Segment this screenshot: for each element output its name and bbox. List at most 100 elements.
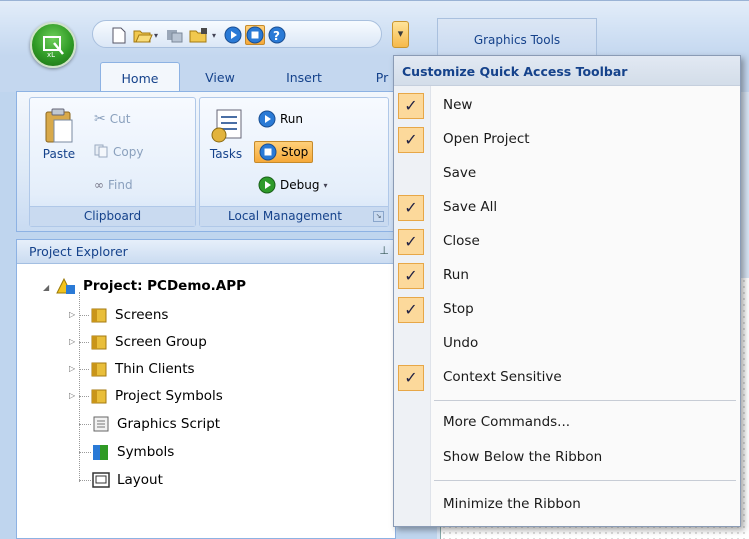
customize-qat-menu: Customize Quick Access Toolbar ✓ New ✓ O… [393, 55, 741, 527]
stop-icon[interactable] [245, 25, 265, 45]
checkmark-icon: ✓ [398, 263, 424, 289]
new-icon[interactable] [109, 25, 129, 45]
menu-item-save-all[interactable]: ✓ Save All [394, 193, 740, 223]
tasks-icon [211, 109, 242, 143]
dialog-launcher-icon[interactable]: ↘ [373, 211, 384, 222]
menu-item-run[interactable]: ✓ Run [394, 261, 740, 291]
tasks-button[interactable]: Tasks [204, 108, 248, 161]
pin-icon[interactable]: ⊥ [379, 244, 389, 257]
explorer-header: Project Explorer ⊥ [17, 240, 395, 264]
paste-button[interactable]: Paste [36, 108, 82, 161]
scissors-icon: ✂ [94, 111, 106, 127]
copy-button[interactable]: Copy [90, 141, 147, 163]
folder-icon [91, 335, 107, 350]
customize-qat-button[interactable]: ▾ [392, 21, 409, 48]
help-icon[interactable]: ? [267, 25, 287, 45]
stop-button[interactable]: Stop [254, 141, 314, 163]
collapse-icon[interactable]: ◢ [43, 283, 49, 292]
run-icon[interactable] [223, 25, 243, 45]
debug-button[interactable]: Debug ▾ [254, 174, 331, 196]
tab-view[interactable]: View [192, 62, 248, 92]
tree-item-thin-clients[interactable]: Thin Clients [91, 358, 195, 380]
tasks-label: Tasks [209, 147, 243, 161]
chevron-down-icon[interactable]: ▾ [209, 25, 219, 45]
tree-item-label: Project Symbols [115, 388, 223, 404]
menu-item-minimize-ribbon[interactable]: Minimize the Ribbon [394, 490, 740, 520]
run-button[interactable]: Run [254, 108, 307, 130]
quick-access-toolbar: ▾ ▾ ? [92, 20, 382, 48]
menu-item-label: Run [443, 267, 469, 283]
tree-item-screens[interactable]: Screens [91, 304, 168, 326]
find-button[interactable]: ∞ Find [90, 174, 137, 196]
menu-item-label: Close [443, 233, 480, 249]
save-all-icon[interactable] [165, 25, 185, 45]
tree-item-project-symbols[interactable]: Project Symbols [91, 385, 223, 407]
checkmark-icon: ✓ [398, 297, 424, 323]
copy-icon [94, 144, 109, 161]
expand-icon[interactable]: ▷ [69, 364, 75, 373]
menu-item-new[interactable]: ✓ New [394, 91, 740, 121]
menu-item-label: Show Below the Ribbon [443, 449, 603, 465]
local-management-group: Tasks Run Stop Debug ▾ Local Management … [199, 97, 389, 227]
expand-icon[interactable]: ▷ [69, 391, 75, 400]
project-name: Project: PCDemo.APP [83, 278, 247, 294]
project-explorer: Project Explorer ⊥ ◢ Project: PCDemo.APP… [16, 239, 396, 539]
expand-icon[interactable]: ▷ [69, 310, 75, 319]
tree-item-screen-group[interactable]: Screen Group [91, 331, 207, 353]
layout-icon [92, 472, 110, 488]
menu-item-undo[interactable]: Undo [394, 329, 740, 359]
tree-line [79, 480, 91, 481]
clipboard-group-label: Clipboard [30, 206, 195, 226]
chevron-down-icon[interactable]: ▾ [151, 25, 161, 45]
checkmark-icon: ✓ [398, 229, 424, 255]
expand-icon[interactable]: ▷ [69, 337, 75, 346]
stop-icon [259, 143, 277, 161]
tree-root-project[interactable]: Project: PCDemo.APP [55, 275, 246, 297]
menu-item-label: Context Sensitive [443, 369, 562, 385]
tree-line [79, 342, 89, 343]
local-management-group-label: Local Management [200, 206, 388, 226]
tree-item-label: Screens [115, 307, 169, 323]
open-project-icon[interactable] [133, 25, 153, 45]
tree-line [79, 315, 89, 316]
menu-item-more-commands[interactable]: More Commands... [394, 408, 740, 438]
close-icon[interactable] [189, 25, 209, 45]
checkmark-icon: ✓ [398, 365, 424, 391]
menu-item-open-project[interactable]: ✓ Open Project [394, 125, 740, 155]
folder-icon [91, 308, 107, 323]
menu-item-label: Open Project [443, 131, 530, 147]
menu-item-label: Stop [443, 301, 474, 317]
run-icon [258, 110, 276, 128]
tree-item-graphics-script[interactable]: Graphics Script [91, 413, 220, 435]
menu-item-label: Save All [443, 199, 498, 215]
menu-title: Customize Quick Access Toolbar [394, 56, 740, 86]
explorer-title: Project Explorer [29, 244, 128, 259]
menu-item-context-sensitive[interactable]: ✓ Context Sensitive [394, 363, 740, 393]
tab-home[interactable]: Home [100, 62, 180, 92]
tree-line [79, 396, 89, 397]
tree-item-label: Thin Clients [115, 361, 195, 377]
find-label: Find [108, 178, 133, 192]
tree-item-symbols[interactable]: Symbols [91, 441, 174, 463]
svg-text:?: ? [273, 29, 280, 43]
menu-item-show-below-ribbon[interactable]: Show Below the Ribbon [394, 443, 740, 473]
svg-text:xL: xL [47, 51, 55, 59]
application-menu-button[interactable]: xL [30, 22, 76, 68]
menu-item-label: Minimize the Ribbon [443, 496, 581, 512]
tab-project[interactable]: Pr [372, 62, 392, 92]
tree-item-label: Screen Group [115, 334, 207, 350]
checkmark-icon: ✓ [398, 127, 424, 153]
checkmark-icon: ✓ [398, 93, 424, 119]
graphics-tools-tab[interactable]: Graphics Tools [437, 18, 597, 56]
tree-line [79, 292, 80, 482]
script-icon [93, 416, 109, 432]
menu-item-save[interactable]: Save [394, 159, 740, 189]
tree-item-layout[interactable]: Layout [91, 469, 163, 491]
cut-label: Cut [109, 112, 131, 126]
cut-button[interactable]: ✂ Cut [90, 108, 134, 130]
menu-item-label: Save [443, 165, 477, 181]
menu-item-stop[interactable]: ✓ Stop [394, 295, 740, 325]
tree-line [79, 369, 89, 370]
menu-item-close[interactable]: ✓ Close [394, 227, 740, 257]
tab-insert[interactable]: Insert [274, 62, 334, 92]
